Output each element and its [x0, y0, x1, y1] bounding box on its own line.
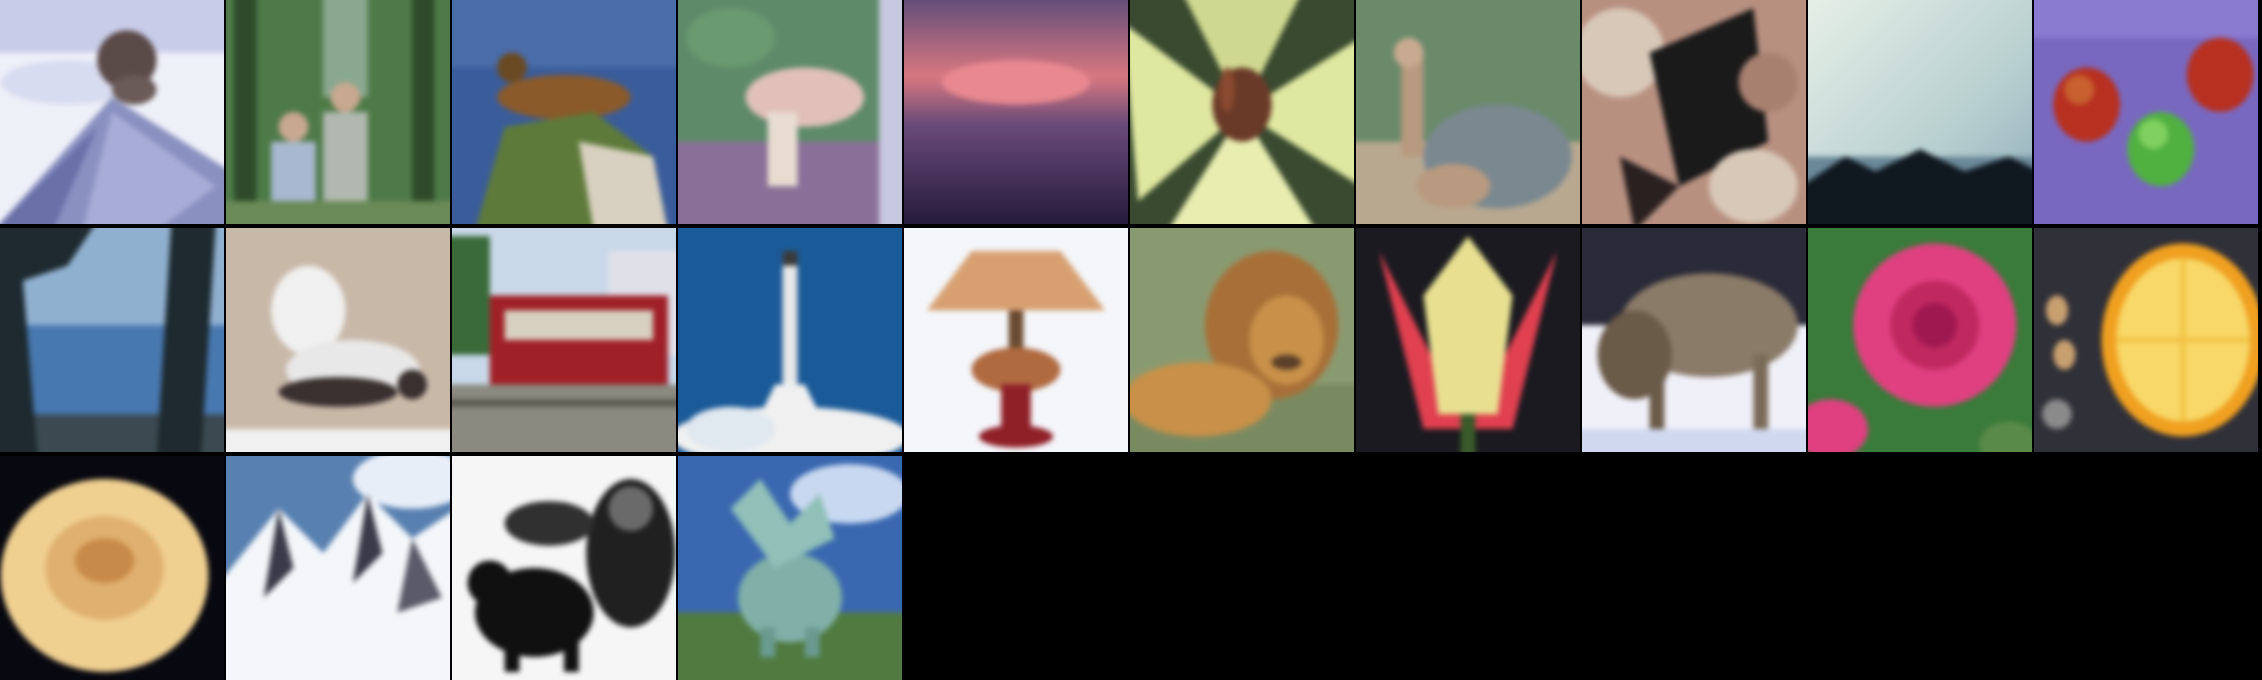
empty-tile [1356, 456, 1580, 680]
apples-image [2034, 0, 2258, 224]
tile-sunset-sky [904, 0, 1128, 224]
tile-yellow-rose [0, 456, 224, 680]
tulip-image [1356, 228, 1580, 452]
tile-mushroom [678, 0, 902, 224]
empty-tile [1582, 456, 1806, 680]
tile-lamp [904, 228, 1128, 452]
mushroom-image [678, 0, 902, 224]
cloudy-plain-image [1808, 0, 2032, 224]
empty-tile [904, 456, 1128, 680]
people-in-forest-image [226, 0, 450, 224]
bears-image [452, 456, 676, 680]
wolf-image [1582, 228, 1806, 452]
rocket-image [678, 228, 902, 452]
seal-on-rock-image [452, 0, 676, 224]
tile-pink-rose [1808, 228, 2032, 452]
tile-seal-on-rock [452, 0, 676, 224]
orange-slice-image [2034, 228, 2258, 452]
tile-bears [452, 456, 676, 680]
tile-dinosaur-statue [678, 456, 902, 680]
streetcar-image [452, 228, 676, 452]
tile-wolf [1582, 228, 1806, 452]
lobster-image [1582, 0, 1806, 224]
tile-people-in-forest [226, 0, 450, 224]
lion-image [1130, 228, 1354, 452]
tile-streetcar [452, 228, 676, 452]
tile-rocket [678, 228, 902, 452]
camel-image [1356, 0, 1580, 224]
snowy-mountains-image [226, 456, 450, 680]
empty-tile [1130, 456, 1354, 680]
tile-tulip [1356, 228, 1580, 452]
tile-lobster [1582, 0, 1806, 224]
image-grid [0, 0, 2262, 680]
lily-flower-image [1130, 0, 1354, 224]
dinosaur-statue-image [678, 456, 902, 680]
tile-apples [2034, 0, 2258, 224]
volcano-image [0, 0, 224, 224]
tile-camel [1356, 0, 1580, 224]
yellow-rose-image [0, 456, 224, 680]
tile-orange-slice [2034, 228, 2258, 452]
lamp-image [904, 228, 1128, 452]
tile-snowy-mountains [226, 456, 450, 680]
sea-through-trees-image [0, 228, 224, 452]
tile-sea-through-trees [0, 228, 224, 452]
pink-rose-image [1808, 228, 2032, 452]
empty-tile [2034, 456, 2258, 680]
tile-lily-flower [1130, 0, 1354, 224]
tile-volcano [0, 0, 224, 224]
empty-tile [1808, 456, 2032, 680]
tile-skunk [226, 228, 450, 452]
sunset-sky-image [904, 0, 1128, 224]
tile-lion [1130, 228, 1354, 452]
skunk-image [226, 228, 450, 452]
tile-cloudy-plain [1808, 0, 2032, 224]
